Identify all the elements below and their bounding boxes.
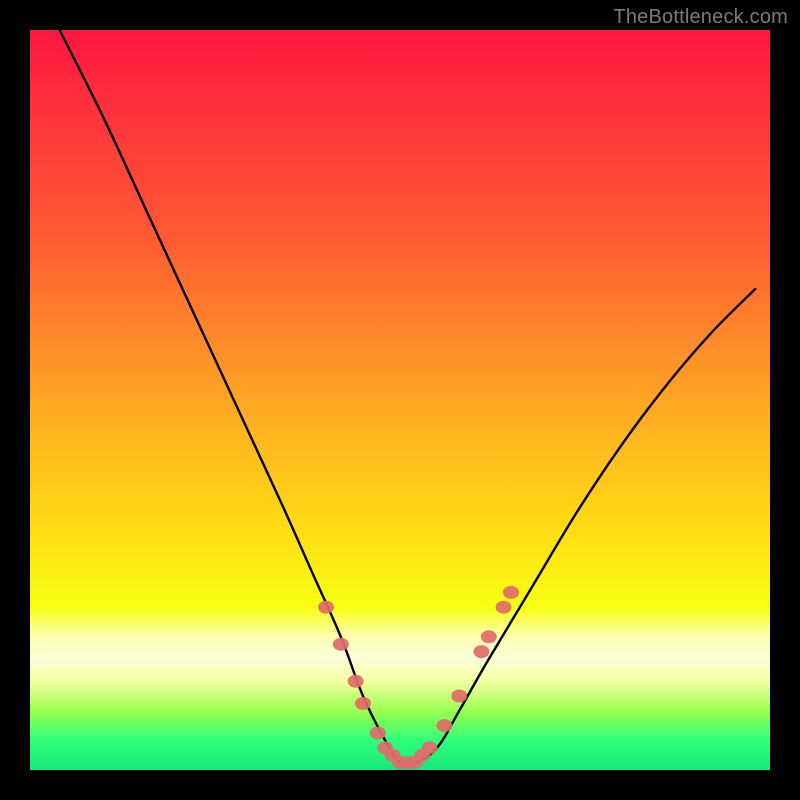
marker-layer	[318, 586, 519, 769]
curve-marker	[503, 586, 519, 599]
curve-marker	[422, 741, 438, 754]
curve-marker	[481, 630, 497, 643]
bottleneck-curve	[60, 30, 756, 765]
chart-frame: TheBottleneck.com	[0, 0, 800, 800]
curve-marker	[370, 727, 386, 740]
curve-marker	[451, 690, 467, 703]
curve-marker	[355, 697, 371, 710]
plot-area	[30, 30, 770, 770]
curve-marker	[333, 638, 349, 651]
curve-marker	[436, 719, 452, 732]
curve-marker	[473, 645, 489, 658]
curve-marker	[318, 601, 334, 614]
curve-marker	[348, 675, 364, 688]
chart-svg	[30, 30, 770, 770]
watermark-text: TheBottleneck.com	[613, 6, 788, 29]
curve-marker	[496, 601, 512, 614]
